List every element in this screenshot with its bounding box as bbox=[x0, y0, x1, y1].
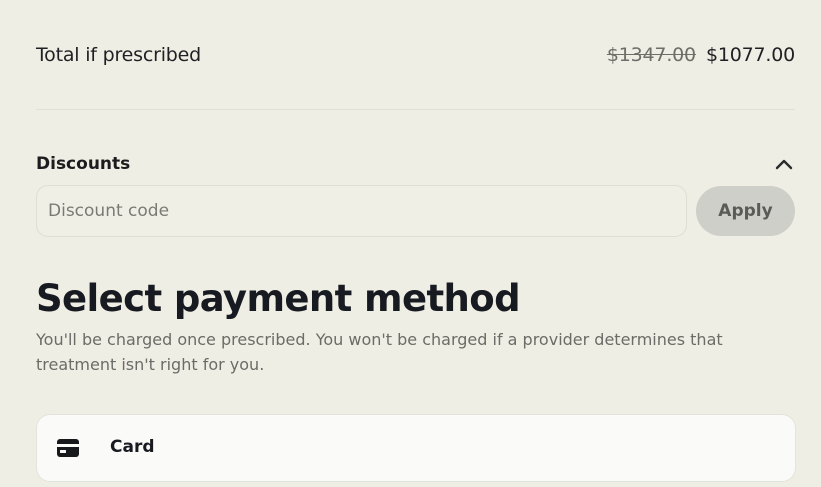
payment-section-title: Select payment method bbox=[36, 277, 521, 320]
discounted-price: $1077.00 bbox=[705, 44, 795, 66]
divider bbox=[36, 109, 795, 110]
payment-section-description: You'll be charged once prescribed. You w… bbox=[36, 330, 723, 374]
discount-code-input[interactable] bbox=[36, 185, 687, 237]
payment-method-label: Card bbox=[110, 437, 155, 457]
original-price: $1347.00 bbox=[606, 44, 696, 66]
discounts-header[interactable]: Discounts bbox=[36, 150, 795, 178]
credit-card-icon bbox=[57, 439, 79, 457]
apply-button[interactable]: Apply bbox=[696, 186, 795, 236]
payment-method-card[interactable]: Card bbox=[36, 414, 796, 482]
checkout-page: Total if prescribed $1347.00 $1077.00 Di… bbox=[0, 0, 821, 487]
chevron-up-icon[interactable] bbox=[773, 153, 795, 175]
discounts-title: Discounts bbox=[36, 154, 131, 174]
price-group: $1347.00 $1077.00 bbox=[607, 44, 795, 66]
total-row: Total if prescribed $1347.00 $1077.00 bbox=[36, 38, 795, 72]
total-label: Total if prescribed bbox=[36, 44, 202, 66]
